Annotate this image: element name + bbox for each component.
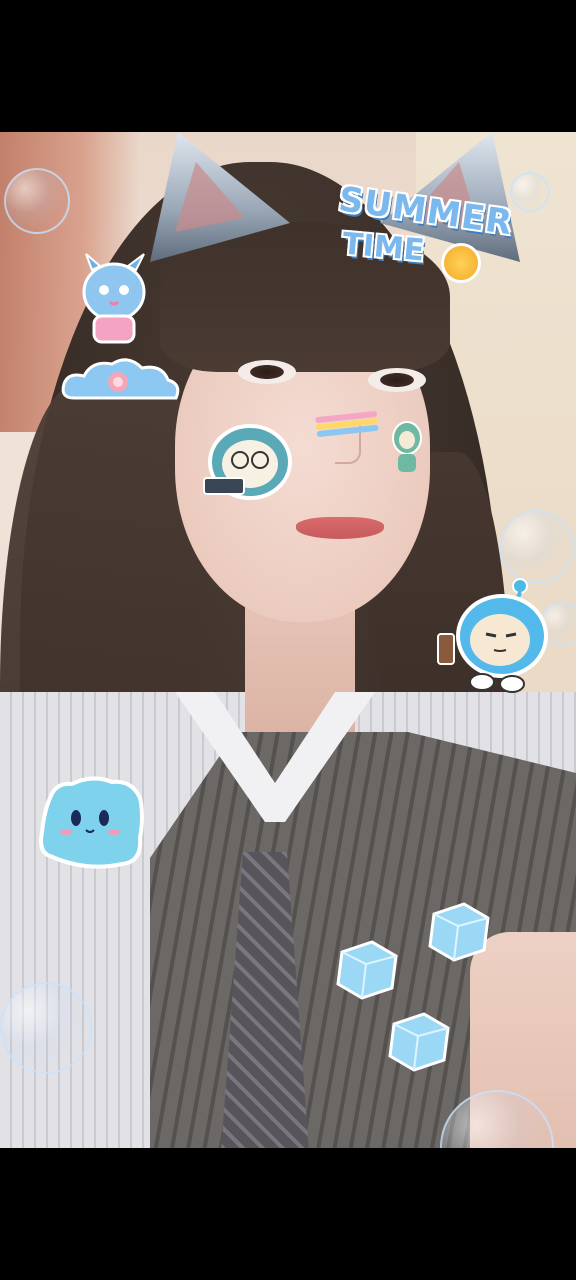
cloud-sticker-icon[interactable] xyxy=(58,352,184,412)
left-eye xyxy=(238,360,296,384)
rainbow-sticker-icon xyxy=(315,411,379,437)
summer-time-sticker[interactable]: SUMMER TIME xyxy=(336,179,538,296)
mouth xyxy=(296,517,384,539)
letterbox-top xyxy=(0,0,576,132)
screen: SUMMER TIME xyxy=(0,0,576,1280)
letterbox-bottom xyxy=(0,1148,576,1280)
monster-sticker-icon[interactable] xyxy=(66,250,162,350)
glasses-character-sticker-icon[interactable] xyxy=(200,420,296,504)
bubble-icon xyxy=(0,982,92,1074)
sun-icon xyxy=(444,246,478,280)
ice-cube-sticker-icon xyxy=(336,940,398,1000)
ice-cube-sticker-icon xyxy=(388,1012,450,1072)
small-alien-sticker-icon xyxy=(392,421,422,472)
ice-cube-sticker-icon xyxy=(428,902,490,962)
bubble-icon xyxy=(500,510,574,584)
blue-hooded-character-sticker-icon[interactable] xyxy=(434,578,552,696)
bubble-icon xyxy=(4,168,70,234)
photo-viewport[interactable]: SUMMER TIME xyxy=(0,132,576,1148)
slime-sticker-icon[interactable] xyxy=(36,772,146,874)
right-eye xyxy=(368,368,426,392)
